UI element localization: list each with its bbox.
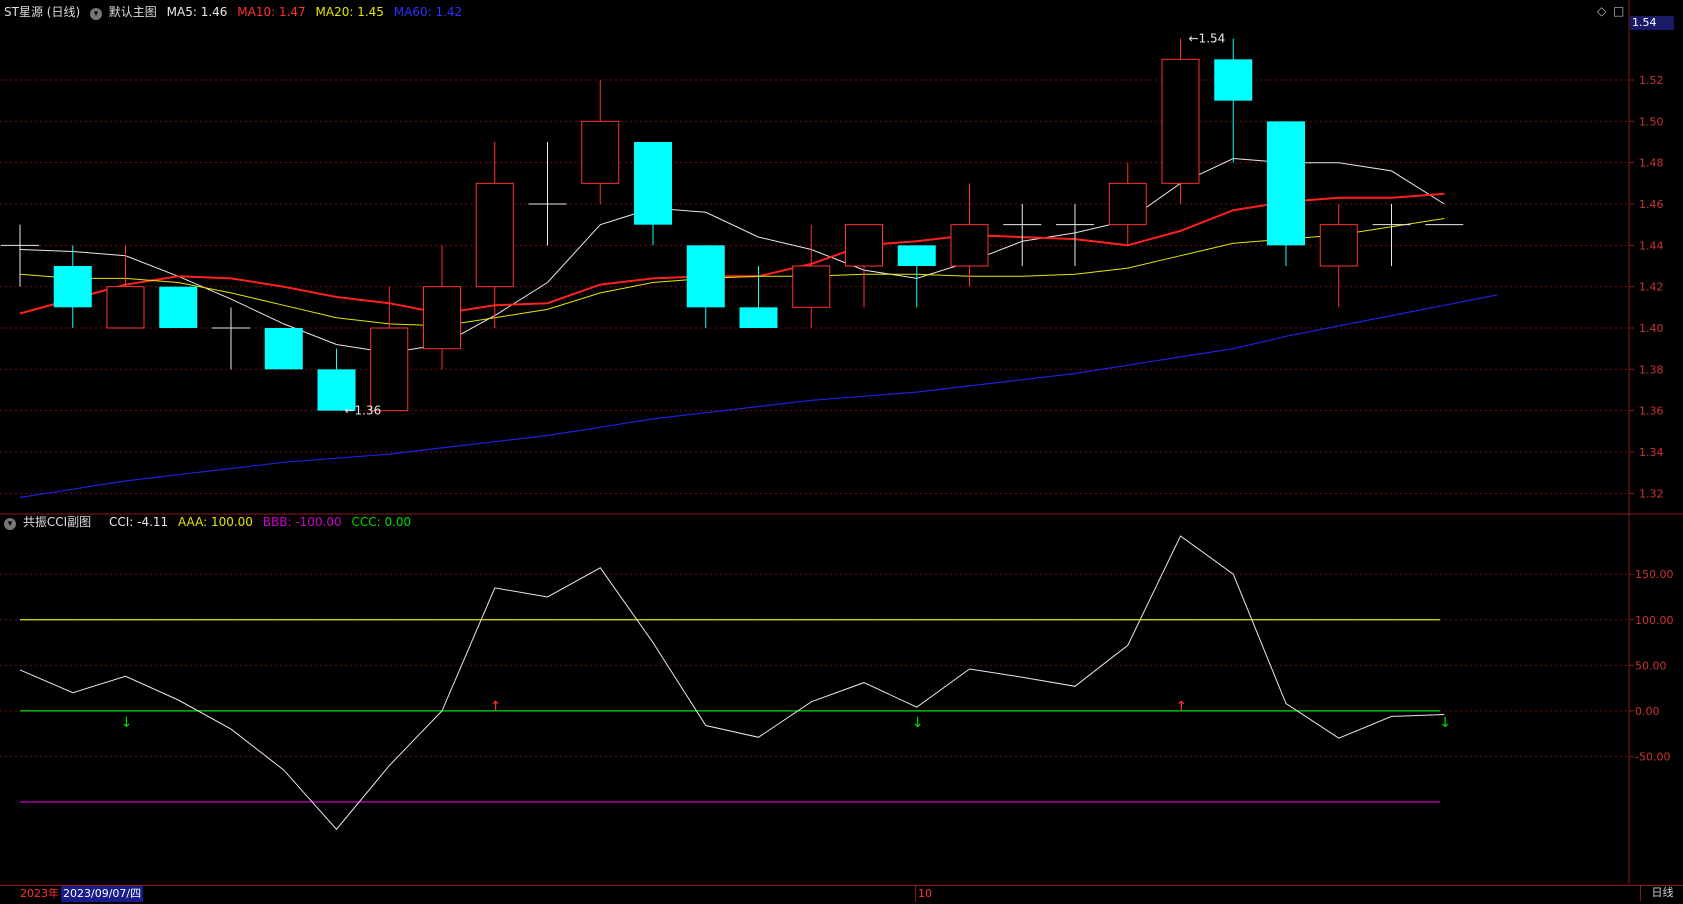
candle-body-up [370,327,409,412]
ma10-line [19,192,1445,315]
ma20-line [19,218,1445,327]
sell-arrow-icon: ↓ [121,715,133,731]
y-tick-label: 150.00 [1635,568,1674,581]
candle-body-down [1214,59,1253,101]
ma10-value: MA10: 1.47 [237,5,306,19]
candle-body-up [845,224,883,267]
y-tick-label: 1.40 [1639,322,1664,335]
chevron-down-icon[interactable]: ▾ [89,8,102,20]
candle-body-up [475,182,514,288]
month-label: 10 [915,886,932,902]
y-tick-label: 1.50 [1639,115,1664,128]
aaa-value: AAA: 100.00 [178,515,253,529]
candle-body-down [634,142,672,225]
y-tick-label: 100.00 [1635,614,1674,627]
sell-arrow-icon: ↓ [912,715,924,731]
candle-body-up [581,120,620,184]
candle-body-up [423,286,461,350]
candle-body-down [897,245,936,266]
sub-indicator-name[interactable]: 共振CCI副图 [23,515,91,529]
ccc-value: CCC: 0.00 [351,515,412,529]
buy-arrow-icon: ↑ [1176,699,1188,715]
candle-body-down [159,286,198,328]
candle-body-up [1108,182,1147,226]
period-button[interactable]: 日线 [1640,885,1683,901]
sell-arrow-icon: ↓ [1439,715,1451,731]
y-tick-label: 1.44 [1639,239,1664,252]
ma5-value: MA5: 1.46 [166,5,228,19]
y-tick-label: 1.42 [1639,281,1664,294]
main-indicator-name[interactable]: 默认主图 [109,5,157,19]
ma5-line [19,157,1445,354]
candle-body-down [53,266,92,308]
y-tick-label: 1.52 [1639,74,1664,87]
candle-body-down [739,307,778,328]
stock-chart-window: 1.32 1.34 1.36 1.38 1.40 1.42 1.44 1.46 1.48 1.50… [0,0,1683,902]
current-price-tag: 1.54 [1630,16,1674,30]
candle-body-down [686,245,725,308]
sub-panel-header: ▾ 共振CCI副图 CCI: -4.11 AAA: 100.00 BBB: -1… [4,515,417,530]
buy-arrow-icon: ↑ [490,699,502,715]
cursor-date-label: 2023/09/07/四 [61,886,144,902]
maximize-icon[interactable]: □ [1613,4,1624,18]
y-tick-label: 50.00 [1635,659,1667,672]
y-tick-label: 1.46 [1639,198,1664,211]
bbb-value: BBB: -100.00 [262,515,342,529]
y-tick-label: 1.32 [1639,487,1664,500]
ma20-value: MA20: 1.45 [315,5,384,19]
year-label: 2023年 [20,887,59,900]
y-tick-label: 1.38 [1639,363,1664,376]
candle-body-down [1267,121,1305,246]
y-tick-label: 1.36 [1639,405,1664,418]
ma60-value: MA60: 1.42 [393,5,463,19]
chart-canvas[interactable]: 1.32 1.34 1.36 1.38 1.40 1.42 1.44 1.46 1.48 1.50… [0,0,1683,901]
cci-line [19,535,1445,831]
candle-body-up [792,265,831,308]
candle-body-up [1161,58,1200,184]
diamond-icon[interactable]: ◇ [1597,4,1606,18]
extreme-price-label: ←1.36 [345,404,382,418]
candle-body-up [1319,224,1358,267]
time-axis-bar: 2023年 2023/09/07/四 10 [0,885,1683,902]
chevron-down-icon[interactable]: ▾ [4,518,16,530]
y-tick-label: -50.00 [1635,750,1670,763]
y-tick-label: 0.00 [1635,705,1660,718]
candle-body-down [264,328,303,370]
cci-value: CCI: -4.11 [108,515,169,529]
y-tick-label: 1.34 [1639,446,1664,459]
extreme-price-label: ←1.54 [1189,32,1226,46]
candle-body-up [950,224,989,267]
stock-name: ST星源 (日线) [4,5,81,19]
candle-body-up [106,286,145,329]
main-panel-header: ST星源 (日线) ▾ 默认主图 MA5: 1.46 MA10: 1.47 MA… [4,5,468,20]
y-tick-label: 1.48 [1639,157,1664,170]
